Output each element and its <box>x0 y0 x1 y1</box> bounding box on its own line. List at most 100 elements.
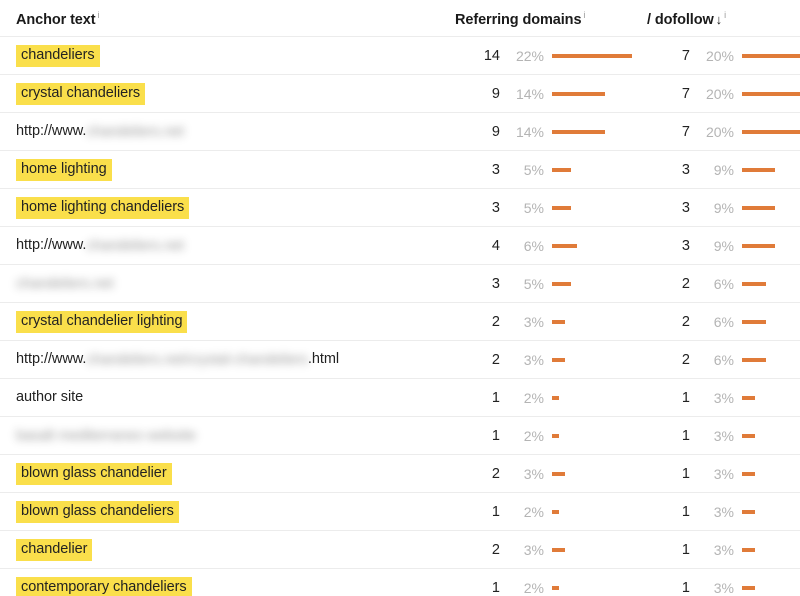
info-icon[interactable]: i <box>583 10 585 20</box>
dofollow-count: 2 <box>681 276 690 292</box>
referring-domains-count: 3 <box>491 200 500 216</box>
dofollow-percent: 3% <box>713 542 734 558</box>
anchor-text-cell[interactable]: blown glass chandeliers <box>16 493 179 531</box>
highlighted-anchor-text: blown glass chandeliers <box>16 500 179 524</box>
column-header-dofollow-label: / dofollow <box>647 11 714 28</box>
table-body: chandeliers 14 22% 7 20% crystal chandeliers 9… <box>0 37 800 596</box>
referring-domains-bar <box>552 189 571 227</box>
info-icon[interactable]: i <box>724 10 726 20</box>
referring-domains-count: 1 <box>491 428 500 444</box>
bar-fill <box>742 586 755 590</box>
info-icon[interactable]: i <box>97 10 99 20</box>
referring-domains-bar <box>552 379 559 417</box>
bar-fill <box>552 472 565 476</box>
referring-domains-percent: 14% <box>515 86 544 102</box>
dofollow-count: 1 <box>681 390 690 406</box>
anchor-text-cell[interactable]: contemporary chandeliers <box>16 569 192 596</box>
dofollow-percent: 20% <box>705 124 734 140</box>
table-row[interactable]: http://www. chandeliers.net 4 6% 3 9% <box>0 227 800 265</box>
referring-domains-bar <box>552 569 559 596</box>
highlighted-anchor-text: blown glass chandelier <box>16 462 172 486</box>
anchor-text-cell[interactable]: http://www. chandeliers.net <box>16 113 184 151</box>
referring-domains-percent: 3% <box>523 466 544 482</box>
highlighted-anchor-text: home lighting chandeliers <box>16 196 190 220</box>
anchor-text-cell[interactable]: http://www. chandeliers.net <box>16 227 184 265</box>
referring-domains-percent: 14% <box>515 124 544 140</box>
anchor-text-cell[interactable]: blown glass chandelier <box>16 455 172 493</box>
bar-fill <box>552 130 605 134</box>
column-header-referring-domains-label: Referring domains <box>455 11 582 28</box>
table-row[interactable]: home lighting 3 5% 3 9% <box>0 151 800 189</box>
dofollow-percent: 20% <box>705 86 734 102</box>
anchor-text-cell[interactable]: chandeliers <box>16 37 100 75</box>
dofollow-bar <box>742 227 775 265</box>
referring-domains-count: 1 <box>491 504 500 520</box>
table-header-row: Anchor text i Referring domains i / dofoll… <box>0 0 800 37</box>
highlighted-anchor-text: crystal chandelier lighting <box>16 310 188 334</box>
bar-fill <box>552 434 559 438</box>
table-row[interactable]: basalt mediterraneo website 1 2% 1 3% <box>0 417 800 455</box>
dofollow-bar <box>742 341 766 379</box>
anchor-text: http://www. <box>16 350 87 367</box>
bar-fill <box>552 168 571 172</box>
dofollow-percent: 6% <box>713 314 734 330</box>
referring-domains-bar <box>552 37 632 75</box>
dofollow-percent: 3% <box>713 428 734 444</box>
anchor-text-cell[interactable]: basalt mediterraneo website <box>16 417 196 455</box>
referring-domains-count: 2 <box>491 314 500 330</box>
referring-domains-bar <box>552 341 565 379</box>
referring-domains-percent: 5% <box>523 162 544 178</box>
table-row[interactable]: author site 1 2% 1 3% <box>0 379 800 417</box>
referring-domains-count: 3 <box>491 162 500 178</box>
anchor-text-cell[interactable]: author site <box>16 379 83 417</box>
anchor-text-cell[interactable]: crystal chandelier lighting <box>16 303 188 341</box>
table-row[interactable]: crystal chandelier lighting 2 3% 2 6% <box>0 303 800 341</box>
table-row[interactable]: contemporary chandeliers 1 2% 1 3% <box>0 569 800 596</box>
referring-domains-count: 3 <box>491 276 500 292</box>
anchor-text-report: Anchor text i Referring domains i / dofoll… <box>0 0 800 596</box>
anchor-text-cell[interactable]: crystal chandeliers <box>16 75 146 113</box>
table-row[interactable]: blown glass chandeliers 1 2% 1 3% <box>0 493 800 531</box>
table-row[interactable]: chandelier 2 3% 1 3% <box>0 531 800 569</box>
dofollow-percent: 3% <box>713 580 734 596</box>
highlighted-anchor-text: home lighting <box>16 158 112 182</box>
dofollow-bar <box>742 569 755 596</box>
dofollow-bar <box>742 151 775 189</box>
column-header-anchor-text[interactable]: Anchor text i <box>16 10 99 28</box>
referring-domains-percent: 6% <box>523 238 544 254</box>
table-row[interactable]: chandeliers.net 3 5% 2 6% <box>0 265 800 303</box>
highlighted-anchor-text: chandelier <box>16 538 93 562</box>
redacted-text: basalt mediterraneo website <box>16 428 196 444</box>
sort-descending-arrow-icon[interactable]: ↓ <box>716 12 723 27</box>
dofollow-bar <box>742 417 755 455</box>
bar-fill <box>742 92 800 96</box>
dofollow-bar <box>742 37 800 75</box>
dofollow-bar <box>742 531 755 569</box>
anchor-text-cell[interactable]: chandeliers.net <box>16 265 114 303</box>
dofollow-count: 1 <box>681 542 690 558</box>
bar-fill <box>552 206 571 210</box>
referring-domains-bar <box>552 75 605 113</box>
anchor-text-cell[interactable]: chandelier <box>16 531 93 569</box>
dofollow-percent: 9% <box>713 238 734 254</box>
bar-fill <box>552 320 565 324</box>
dofollow-count: 3 <box>681 200 690 216</box>
referring-domains-count: 1 <box>491 580 500 596</box>
table-row[interactable]: blown glass chandelier 2 3% 1 3% <box>0 455 800 493</box>
table-row[interactable]: chandeliers 14 22% 7 20% <box>0 37 800 75</box>
column-header-referring-domains[interactable]: Referring domains i <box>455 10 585 28</box>
bar-fill <box>742 358 766 362</box>
table-row[interactable]: http://www. chandeliers.net 9 14% 7 20% <box>0 113 800 151</box>
anchor-text-cell[interactable]: home lighting <box>16 151 112 189</box>
column-header-dofollow[interactable]: / dofollow ↓ i <box>647 10 726 28</box>
dofollow-percent: 9% <box>713 162 734 178</box>
table-row[interactable]: home lighting chandeliers 3 5% 3 9% <box>0 189 800 227</box>
dofollow-bar <box>742 113 800 151</box>
anchor-text-cell[interactable]: home lighting chandeliers <box>16 189 190 227</box>
table-row[interactable]: crystal chandeliers 9 14% 7 20% <box>0 75 800 113</box>
dofollow-count: 3 <box>681 162 690 178</box>
dofollow-count: 2 <box>681 314 690 330</box>
dofollow-percent: 6% <box>713 352 734 368</box>
table-row[interactable]: http://www. chandeliers.net/crystal-chand… <box>0 341 800 379</box>
anchor-text-cell[interactable]: http://www. chandeliers.net/crystal-chand… <box>16 341 339 379</box>
